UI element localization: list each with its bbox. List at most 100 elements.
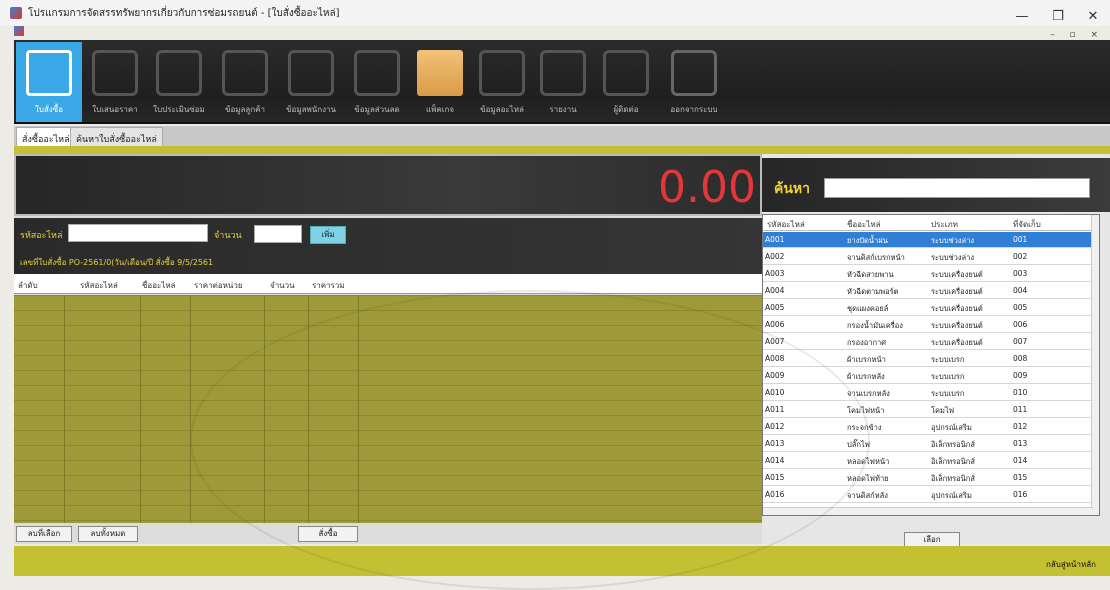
- cell-name: กรองน้ำมันเครื่อง: [847, 321, 903, 330]
- cell-type: ระบบเครื่องยนต์: [931, 321, 983, 330]
- toolbar-parts[interactable]: ข้อมูลอะไหล่: [470, 42, 534, 122]
- grid-divider: [190, 295, 191, 523]
- col-code: รหัสอะไหล่: [767, 220, 805, 229]
- cell-name: หัวฉีดตามพอร์ต: [847, 287, 899, 296]
- toolbar-label: ข้อมูลพนักงาน: [286, 105, 336, 114]
- toolbar-label: แพ็คเกจ: [425, 105, 455, 114]
- cell-type: ระบบช่วงล่าง: [931, 253, 975, 262]
- window-titlebar: โปรแกรมการจัดสรรทรัพยากรเกี่ยวกับการซ่อม…: [0, 0, 1110, 26]
- cell-location: 006: [1013, 320, 1028, 329]
- list-item[interactable]: A004 หัวฉีดตามพอร์ต ระบบเครื่องยนต์ 004: [763, 283, 1093, 299]
- maximize-button[interactable]: ❐: [1048, 9, 1068, 24]
- cell-code: A001: [765, 235, 785, 244]
- exit-icon: [671, 50, 717, 96]
- toolbar-discounts[interactable]: ข้อมูลส่วนลด: [344, 42, 410, 122]
- minimize-button[interactable]: —: [1012, 9, 1032, 24]
- order-input-bar: รหัสอะไหล่ จำนวน เพิ่ม เลขที่ใบสั่งซื้อ …: [14, 218, 762, 274]
- cell-name: หัวฉีดสายพาน: [847, 270, 894, 279]
- back-to-home-link[interactable]: กลับสู่หน้าหลัก: [1046, 558, 1096, 571]
- cell-code: A004: [765, 286, 785, 295]
- report-icon: [540, 50, 586, 96]
- order-info: เลขที่ใบสั่งซื้อ PO-2561/0(วัน/เดือน/ปี …: [20, 258, 214, 267]
- mdi-controls[interactable]: – ▫ ×: [1050, 30, 1104, 40]
- list-item[interactable]: A001 ยางปัดน้ำฝน ระบบช่วงล่าง 001: [763, 232, 1093, 248]
- tab-strip: สั่งซื้ออะไหล่ ค้นหาใบสั่งซื้ออะไหล่: [14, 126, 1110, 146]
- qty-input[interactable]: [254, 225, 302, 243]
- cell-type: อิเล็กทรอนิกส์: [931, 474, 975, 483]
- toolbar-label: ข้อมูลอะไหล่: [480, 105, 524, 114]
- boxes-icon: [417, 50, 463, 96]
- col-subtotal: ราคารวม: [312, 281, 345, 290]
- toolbar-label: รายงาน: [549, 105, 577, 114]
- part-code-label: รหัสอะไหล่: [20, 231, 63, 241]
- toolbar-repair-estimate[interactable]: ใบประเมินซ่อม: [146, 42, 212, 122]
- list-item[interactable]: A005 ชุดแผงคอยล์ ระบบเครื่องยนต์ 005: [763, 300, 1093, 316]
- cell-name: จานดิสก์เบรกหน้า: [847, 253, 905, 262]
- mdi-child-icon: [14, 26, 24, 36]
- grid-divider: [64, 295, 65, 523]
- cell-name: ยางปัดน้ำฝน: [847, 236, 888, 245]
- grid-divider: [140, 295, 141, 523]
- cell-location: 013: [1013, 439, 1028, 448]
- toolbar-customers[interactable]: ข้อมูลลูกค้า: [212, 42, 278, 122]
- col-part-name: ชื่ออะไหล่: [142, 281, 176, 290]
- cell-location: 015: [1013, 473, 1028, 482]
- app-icon: [10, 7, 22, 19]
- close-button[interactable]: ✕: [1083, 9, 1103, 24]
- tab-order-parts[interactable]: สั่งซื้ออะไหล่: [16, 127, 76, 146]
- toolbar-label: ออกจากระบบ: [670, 105, 718, 114]
- toolbar-quotation[interactable]: ใบเสนอราคา: [84, 42, 146, 122]
- col-qty: จำนวน: [270, 281, 295, 290]
- list-item[interactable]: A002 จานดิสก์เบรกหน้า ระบบช่วงล่าง 002: [763, 249, 1093, 265]
- toolbar-label: ใบสั่งซื้อ: [34, 105, 63, 114]
- cell-location: 003: [1013, 269, 1028, 278]
- delete-selected-button[interactable]: ลบที่เลือก: [16, 526, 72, 542]
- col-type: ประเภท: [931, 220, 958, 229]
- toolbar-reports[interactable]: รายงาน: [534, 42, 592, 122]
- accent-bar: [14, 146, 1110, 154]
- toolbar-packages[interactable]: แพ็คเกจ: [410, 42, 470, 122]
- list-item[interactable]: A003 หัวฉีดสายพาน ระบบเครื่องยนต์ 003: [763, 266, 1093, 282]
- search-input[interactable]: [824, 178, 1090, 198]
- cell-location: 002: [1013, 252, 1028, 261]
- toolbar-label: ผู้ติดต่อ: [613, 105, 639, 114]
- qty-label: จำนวน: [214, 231, 242, 241]
- cell-code: A003: [765, 269, 785, 278]
- cell-name: จานดิสก์หลัง: [847, 491, 888, 500]
- tab-search-orders[interactable]: ค้นหาใบสั่งซื้ออะไหล่: [70, 127, 163, 146]
- add-button[interactable]: เพิ่ม: [310, 226, 346, 244]
- cell-name: ผ้าเบรกหน้า: [847, 355, 886, 364]
- cell-type: ระบบเครื่องยนต์: [931, 338, 983, 347]
- cell-location: 016: [1013, 490, 1028, 499]
- cell-location: 014: [1013, 456, 1028, 465]
- cell-name: ผ้าเบรกหลัง: [847, 372, 885, 381]
- cell-location: 008: [1013, 354, 1028, 363]
- cell-location: 010: [1013, 388, 1028, 397]
- toolbar-purchase-order[interactable]: ใบสั่งซื้อ: [16, 42, 82, 122]
- cell-code: A005: [765, 303, 785, 312]
- cell-name: ชุดแผงคอยล์: [847, 304, 889, 313]
- calendar-check-icon: [26, 50, 72, 96]
- employee-card-icon: [288, 50, 334, 96]
- list-item[interactable]: A006 กรองน้ำมันเครื่อง ระบบเครื่องยนต์ 006: [763, 317, 1093, 333]
- cell-code: A002: [765, 252, 785, 261]
- list-vertical-scrollbar[interactable]: [1091, 215, 1099, 515]
- part-code-input[interactable]: [68, 224, 208, 242]
- cell-type: อิเล็กทรอนิกส์: [931, 440, 975, 449]
- toolbar-logout[interactable]: ออกจากระบบ: [660, 42, 728, 122]
- cell-type: อิเล็กทรอนิกส์: [931, 457, 975, 466]
- cell-name: กรองอากาศ: [847, 338, 886, 347]
- cell-location: 011: [1013, 405, 1028, 414]
- document-hand-icon: [92, 50, 138, 96]
- parts-doc-icon: [479, 50, 525, 96]
- sale-tag-icon: [354, 50, 400, 96]
- order-total: 0.00: [658, 162, 756, 213]
- delete-all-button[interactable]: ลบทั้งหมด: [78, 526, 138, 542]
- toolbar-employees[interactable]: ข้อมูลพนักงาน: [278, 42, 344, 122]
- toolbar-label: ใบประเมินซ่อม: [153, 105, 205, 114]
- customer-icon: [222, 50, 268, 96]
- toolbar-contacts[interactable]: ผู้ติดต่อ: [592, 42, 660, 122]
- toolbar-label: ข้อมูลลูกค้า: [224, 105, 266, 114]
- list-item[interactable]: A007 กรองอากาศ ระบบเครื่องยนต์ 007: [763, 334, 1093, 350]
- cell-type: ระบบเครื่องยนต์: [931, 270, 983, 279]
